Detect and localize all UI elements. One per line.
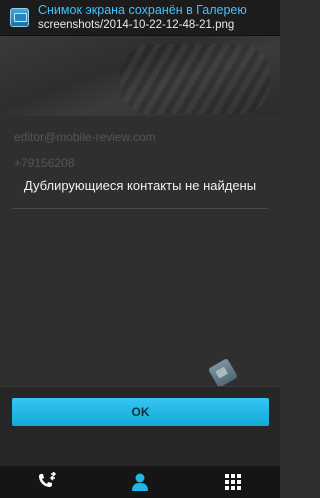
dialog-message: Дублирующиеся контакты не найдены <box>23 178 257 193</box>
contact-person-icon <box>131 473 148 491</box>
floating-watermark-icon <box>207 357 239 389</box>
notification-text: Снимок экрана сохранён в Галерею screens… <box>38 3 247 33</box>
gallery-icon <box>10 8 29 27</box>
phone-transfer-icon <box>38 472 56 487</box>
contact-photo-header <box>0 36 280 116</box>
screenshot-notification[interactable]: Снимок экрана сохранён в Галерею screens… <box>0 0 280 36</box>
bottom-nav <box>0 466 280 498</box>
background-email-field: editor@mobile-review.com <box>14 130 156 144</box>
apps-grid-icon <box>225 474 242 490</box>
dialog-divider <box>12 208 268 209</box>
notification-title: Снимок экрана сохранён в Галерею <box>38 2 247 17</box>
background-phone-field: +79156208 <box>14 156 75 170</box>
nav-calls[interactable] <box>27 466 67 498</box>
notification-subtitle: screenshots/2014-10-22-12-48-21.png <box>38 18 235 31</box>
ok-button[interactable]: OK <box>12 398 269 426</box>
nav-apps[interactable] <box>213 466 253 498</box>
nav-contacts[interactable] <box>120 466 160 498</box>
